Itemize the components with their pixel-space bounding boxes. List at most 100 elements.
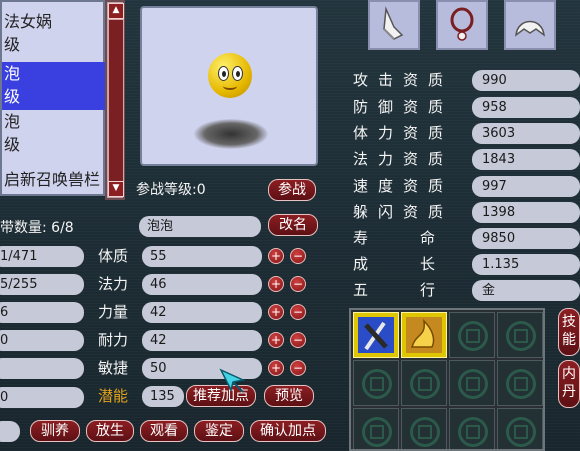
lifespan-value: 9850 <box>472 228 580 249</box>
pet-level: 级 <box>4 135 21 154</box>
view-button[interactable]: 观看 <box>140 420 188 442</box>
minus-icon[interactable]: − <box>290 304 306 320</box>
constitution-label: 体质 <box>98 247 129 265</box>
slot-ornament-icon <box>410 369 440 399</box>
pet-level: 级 <box>4 35 21 54</box>
strength-value: 42 <box>142 302 262 323</box>
skill-sword-icon <box>358 317 394 353</box>
pet-eye <box>218 66 229 81</box>
element-label: 五行 <box>353 281 488 299</box>
skill-slot-empty[interactable] <box>353 408 399 449</box>
strength-label: 力量 <box>98 303 129 321</box>
pet-preview <box>140 6 318 166</box>
endurance-value: 42 <box>142 330 262 351</box>
armor-icon <box>383 6 404 40</box>
speed-aptitude-label: 速度资质 <box>353 177 454 195</box>
minus-icon[interactable]: − <box>290 360 306 376</box>
defense-aptitude-label: 防御资质 <box>353 98 454 116</box>
unlock-slot-item[interactable]: 启新召唤兽栏 <box>2 168 105 194</box>
battle-button[interactable]: 参战 <box>268 179 316 201</box>
agility-label: 敏捷 <box>98 359 129 377</box>
endurance-label: 耐力 <box>98 331 129 349</box>
pet-list-item[interactable]: 泡 级 <box>2 110 105 158</box>
skill-slot-empty[interactable] <box>449 408 495 449</box>
growth-label: 成长 <box>353 255 488 273</box>
slot-ornament-icon <box>506 369 536 399</box>
collar-icon <box>450 7 474 41</box>
battle-level-label: 参战等级:0 <box>136 182 206 198</box>
skill-slot-empty[interactable] <box>497 312 543 358</box>
skill-slot[interactable] <box>401 312 447 358</box>
pet-list-item[interactable]: 法女娲 级 <box>2 10 105 58</box>
pet-name: 泡 <box>4 64 21 83</box>
skill-slot-empty[interactable] <box>401 408 447 449</box>
pet-figure <box>208 53 252 98</box>
plus-icon[interactable]: + <box>268 304 284 320</box>
slot-ornament-icon <box>506 321 536 351</box>
mp-field: 5/255 <box>0 274 84 295</box>
skill-slot-empty[interactable] <box>497 408 543 449</box>
pet-name-field[interactable]: 泡泡 <box>139 216 261 237</box>
pet-mouth <box>223 82 237 90</box>
equip-slot-armor[interactable] <box>368 0 420 50</box>
plus-icon[interactable]: + <box>268 248 284 264</box>
scroll-down-icon[interactable]: ▼ <box>108 181 124 197</box>
attack-aptitude-value: 990 <box>472 70 580 91</box>
growth-value: 1.135 <box>472 254 580 275</box>
skill-slot-empty[interactable] <box>401 360 447 406</box>
slot-ornament-icon <box>410 417 440 447</box>
pet-level: 级 <box>4 87 21 106</box>
skills-tab[interactable]: 技能 <box>558 308 580 356</box>
minus-icon[interactable]: − <box>290 332 306 348</box>
tame-button[interactable]: 驯养 <box>30 420 80 442</box>
skill-grid <box>349 308 545 451</box>
equip-slot-collar[interactable] <box>436 0 488 50</box>
rename-button[interactable]: 改名 <box>268 214 318 236</box>
plus-icon[interactable]: + <box>268 332 284 348</box>
skill-slot[interactable] <box>353 312 399 358</box>
magic-aptitude-label: 法力资质 <box>353 150 454 168</box>
carry-count-label: 带数量: 6/8 <box>0 220 74 236</box>
speed-aptitude-value: 997 <box>472 176 580 197</box>
dodge-aptitude-value: 1398 <box>472 202 580 223</box>
skill-slot-empty[interactable] <box>353 360 399 406</box>
inner-core-tab[interactable]: 内丹 <box>558 360 580 408</box>
plus-icon[interactable]: + <box>268 276 284 292</box>
stamina-aptitude-value: 3603 <box>472 123 580 144</box>
speed-field <box>0 358 84 379</box>
bottom-field <box>0 421 20 442</box>
skill-fire-icon <box>406 317 442 353</box>
hp-field: 1/471 <box>0 246 84 267</box>
slot-ornament-icon <box>362 417 392 447</box>
minus-icon[interactable]: − <box>290 248 306 264</box>
release-button[interactable]: 放生 <box>86 420 134 442</box>
slot-ornament-icon <box>362 369 392 399</box>
slot-ornament-icon <box>458 321 488 351</box>
scroll-up-icon[interactable]: ▲ <box>108 3 124 19</box>
confirm-points-button[interactable]: 确认加点 <box>250 420 326 442</box>
attack-field: 6 <box>0 302 84 323</box>
scroll-thumb[interactable] <box>108 19 124 183</box>
appraise-button[interactable]: 鉴定 <box>194 420 244 442</box>
slot-ornament-icon <box>458 417 488 447</box>
magic-label: 法力 <box>98 275 129 293</box>
unlock-slot-label: 启新召唤兽栏 <box>4 170 101 189</box>
pet-list-scrollbar[interactable]: ▲ ▼ <box>105 0 125 200</box>
pet-eye <box>232 66 243 81</box>
pet-list: 法女娲 级 泡 级 泡 级 启新召唤兽栏 <box>0 0 105 196</box>
preview-button[interactable]: 预览 <box>264 385 314 407</box>
defense-field: 0 <box>0 330 84 351</box>
skill-slot-empty[interactable] <box>497 360 543 406</box>
skill-slot-empty[interactable] <box>449 360 495 406</box>
minus-icon[interactable]: − <box>290 276 306 292</box>
dodge-aptitude-label: 躲闪资质 <box>353 203 454 221</box>
plus-icon[interactable]: + <box>268 360 284 376</box>
element-value: 金 <box>472 280 580 301</box>
pet-list-item-selected[interactable]: 泡 级 <box>2 62 105 110</box>
potential-value: 135 <box>142 386 184 407</box>
skill-slot-empty[interactable] <box>449 312 495 358</box>
magic-aptitude-value: 1843 <box>472 149 580 170</box>
slot-ornament-icon <box>506 417 536 447</box>
magic-value: 46 <box>142 274 262 295</box>
equip-slot-garment[interactable] <box>504 0 556 50</box>
